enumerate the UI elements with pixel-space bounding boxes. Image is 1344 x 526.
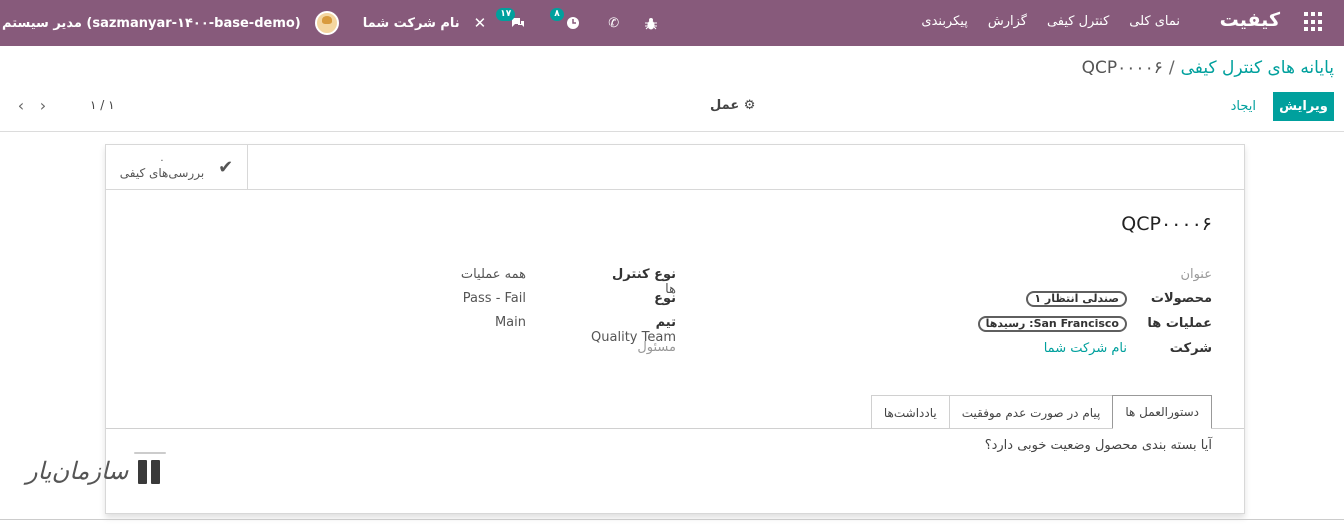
- tab-instructions[interactable]: دستورالعمل ها: [1112, 395, 1212, 429]
- pager-previous-icon[interactable]: ‹: [10, 96, 32, 115]
- quality-checks-label: بررسی‌های کیفی: [119, 166, 205, 180]
- watermark-logo: [134, 452, 167, 490]
- check-icon: ✔: [218, 156, 234, 178]
- field-control-type-label: نوع کنترل: [612, 267, 676, 282]
- field-team-label: تیم: [655, 315, 676, 330]
- page-bottom-line: [0, 519, 1344, 520]
- field-title-label: عنوان: [1180, 267, 1212, 282]
- breadcrumb-parent[interactable]: پایانه های کنترل کیفی: [1181, 58, 1334, 78]
- gear-icon: ⚙: [743, 98, 756, 113]
- action-dropdown[interactable]: ⚙ عمل: [710, 98, 755, 113]
- activity-menu[interactable]: ۸: [550, 8, 580, 30]
- systray: مدیر سیستم (sazmanyar-۱۴۰۰-base-demo) نا…: [0, 0, 658, 46]
- instruction-text: آیا بسته بندی محصول وضعیت خوبی دارد؟: [984, 438, 1212, 453]
- field-operations: عملیات ها San Francisco: رسیدها: [902, 316, 1212, 332]
- field-operations-label: عملیات ها: [1147, 316, 1212, 331]
- phone-icon: ✆: [608, 15, 620, 31]
- button-box: ✔ ۰ بررسی‌های کیفی: [106, 145, 1244, 190]
- control-panel-divider: [0, 131, 1344, 132]
- breadcrumb-separator: /: [1168, 58, 1175, 78]
- form-sheet: ✔ ۰ بررسی‌های کیفی QCP۰۰۰۰۶ عنوان محصولا…: [105, 144, 1245, 514]
- menu-item-quality-control[interactable]: کنترل کیفی: [1047, 14, 1109, 29]
- avatar: [314, 11, 339, 35]
- clock-icon: [567, 17, 580, 29]
- menu-item-configuration[interactable]: پیکربندی: [921, 14, 967, 29]
- product-tag[interactable]: صندلی انتظار ۱: [1026, 291, 1127, 307]
- edit-button[interactable]: ویرایش: [1273, 92, 1334, 121]
- user-menu[interactable]: مدیر سیستم (sazmanyar-۱۴۰۰-base-demo): [0, 11, 339, 35]
- quality-checks-button[interactable]: ✔ ۰ بررسی‌های کیفی: [106, 145, 248, 189]
- watermark-script: سازمان‌یار: [26, 457, 129, 485]
- field-company: شرکت نام شرکت شما: [942, 341, 1212, 356]
- field-title: عنوان: [1180, 267, 1212, 282]
- tab-notes[interactable]: یادداشت‌ها: [870, 395, 950, 429]
- tab-failure-message[interactable]: پیام در صورت عدم موفقیت: [948, 395, 1114, 429]
- bug-icon: [645, 17, 658, 29]
- field-products: محصولات صندلی انتظار ۱: [942, 291, 1212, 307]
- message-count-badge: ۱۷: [496, 8, 516, 21]
- tab-divider: [106, 428, 1244, 429]
- tools-icon: ✕: [473, 14, 487, 32]
- breadcrumb-current: QCP۰۰۰۰۶: [1081, 58, 1163, 78]
- pager: ‹ › ۱ / ۱: [10, 96, 115, 115]
- top-navbar: کیفیت نمای کلی کنترل کیفی گزارش پیکربندی…: [0, 0, 1344, 46]
- field-company-label: شرکت: [1169, 341, 1212, 356]
- operation-tag[interactable]: San Francisco: رسیدها: [977, 316, 1127, 332]
- action-label: عمل: [710, 98, 740, 113]
- field-type-label: نوع: [654, 291, 676, 306]
- voip-button[interactable]: ✆: [608, 16, 619, 31]
- apps-menu-icon[interactable]: [1302, 12, 1322, 32]
- user-name: مدیر سیستم (sazmanyar-۱۴۰۰-base-demo): [2, 15, 301, 31]
- main-menu: نمای کلی کنترل کیفی گزارش پیکربندی: [921, 14, 1180, 29]
- field-responsible: مسئول: [637, 340, 676, 355]
- company-link[interactable]: نام شرکت شما: [1044, 341, 1127, 356]
- type-value[interactable]: Pass - Fail: [463, 291, 526, 306]
- create-button[interactable]: ایجاد: [1225, 92, 1262, 121]
- debug-button[interactable]: [645, 17, 658, 30]
- menu-item-reporting[interactable]: گزارش: [988, 14, 1027, 29]
- company-name: نام شرکت شما: [362, 15, 460, 31]
- field-responsible-label: مسئول: [637, 340, 676, 355]
- record-title: QCP۰۰۰۰۶: [1121, 213, 1212, 235]
- breadcrumb: پایانه های کنترل کیفی /QCP۰۰۰۰۶: [1082, 58, 1334, 78]
- company-switcher[interactable]: نام شرکت شما ✕: [363, 14, 487, 32]
- watermark: سازمان‌یار: [26, 452, 167, 490]
- app-brand[interactable]: کیفیت: [1220, 9, 1280, 31]
- quality-checks-info: ۰ بررسی‌های کیفی: [120, 154, 204, 180]
- messaging-menu[interactable]: ۱۷: [496, 8, 526, 30]
- pager-next-icon[interactable]: ›: [32, 96, 54, 115]
- notebook-tabs: دستورالعمل ها پیام در صورت عدم موفقیت یا…: [870, 395, 1212, 429]
- field-products-label: محصولات: [1150, 291, 1212, 306]
- field-type: نوع Pass - Fail: [446, 291, 676, 306]
- pager-value[interactable]: ۱ / ۱: [90, 98, 115, 112]
- activity-count-badge: ۸: [550, 8, 564, 21]
- menu-item-overview[interactable]: نمای کلی: [1129, 14, 1180, 29]
